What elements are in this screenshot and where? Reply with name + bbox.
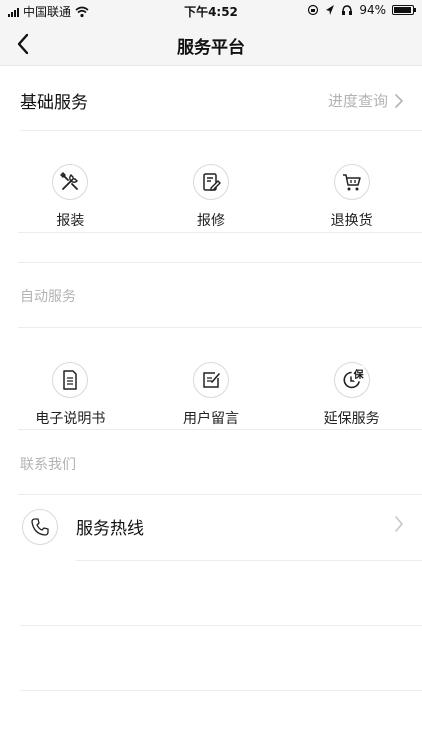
hotline-row[interactable]: 服务热线 (0, 494, 422, 560)
service-warranty[interactable]: 保 延保服务 (282, 362, 422, 428)
location-icon (326, 5, 335, 15)
service-warranty-label: 延保服务 (323, 411, 380, 427)
service-install-label: 报装 (56, 213, 85, 229)
warranty-icon: 保 (333, 362, 370, 398)
progress-query-link[interactable]: 进度查询 (328, 90, 404, 111)
service-feedback-label: 用户留言 (182, 411, 239, 427)
basic-services-header: 基础服务 进度查询 (0, 66, 422, 130)
warranty-badge: 保 (353, 366, 364, 381)
divider (20, 690, 422, 691)
headphones-icon (342, 5, 353, 15)
self-service-grid: 电子说明书 用户留言 保 延保服务 (0, 362, 422, 428)
divider (20, 130, 422, 131)
status-bar: 中国联通 下午4:52 94% (0, 0, 422, 22)
phone-icon (22, 509, 58, 545)
service-install[interactable]: 报装 (0, 164, 140, 230)
service-repair-label: 报修 (196, 213, 225, 229)
divider (18, 429, 422, 430)
edit-note-icon (192, 362, 229, 398)
chevron-right-icon (395, 516, 404, 532)
service-e-manual-label: 电子说明书 (35, 411, 106, 427)
service-return[interactable]: 退换货 (282, 164, 422, 230)
divider (18, 262, 422, 263)
basic-services-grid: 报装 报修 退换货 (0, 164, 422, 230)
nav-bar: 服务平台 (0, 22, 422, 66)
page-title: 服务平台 (177, 38, 245, 58)
progress-query-label: 进度查询 (327, 92, 388, 110)
divider (18, 232, 422, 233)
battery-icon (392, 5, 416, 15)
tools-icon (52, 164, 89, 200)
repair-form-icon (192, 164, 229, 200)
service-e-manual[interactable]: 电子说明书 (0, 362, 140, 428)
lock-rotation-icon (308, 4, 319, 16)
divider (76, 560, 422, 561)
document-icon (52, 362, 89, 398)
service-return-label: 退换货 (330, 213, 373, 229)
status-right: 94% (307, 3, 416, 17)
battery-fill (394, 7, 411, 13)
service-repair[interactable]: 报修 (141, 164, 281, 230)
chevron-right-icon (395, 93, 404, 108)
divider (18, 327, 422, 328)
divider (20, 625, 422, 626)
basic-services-title: 基础服务 (20, 93, 88, 113)
contact-title: 联系我们 (20, 457, 76, 473)
hotline-label: 服务热线 (76, 519, 144, 539)
service-feedback[interactable]: 用户留言 (141, 362, 281, 428)
self-service-title: 自动服务 (20, 289, 76, 305)
cart-icon (333, 164, 370, 200)
battery-percent: 94% (359, 3, 386, 17)
